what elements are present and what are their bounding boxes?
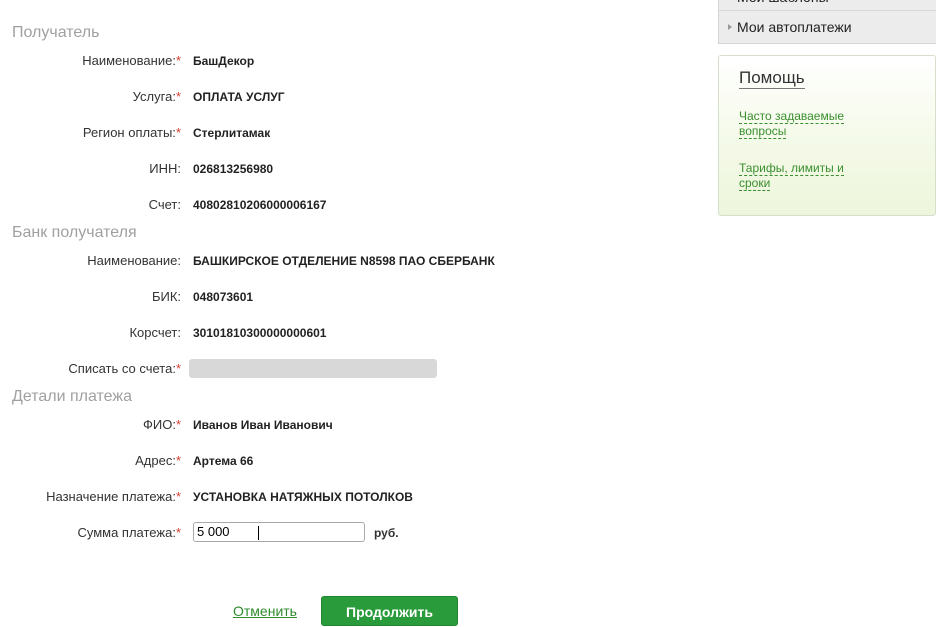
cancel-link[interactable]: Отменить (233, 603, 297, 619)
field-label: БИК: (151, 289, 181, 304)
chevron-right-icon (728, 24, 732, 30)
field-value: Артема 66 (193, 454, 254, 468)
field-label: Списать со счета:* (68, 361, 181, 376)
field-value: Стерлитамак (193, 126, 271, 140)
continue-button[interactable]: Продолжить (321, 596, 458, 626)
field-address: Адрес:* Артема 66 (0, 450, 700, 472)
amount-input[interactable] (193, 522, 365, 542)
field-label: Услуга:* (132, 89, 181, 104)
field-value: УСТАНОВКА НАТЯЖНЫХ ПОТОЛКОВ (193, 490, 413, 504)
field-recipient-name: Наименование:* БашДекор (0, 50, 700, 72)
sidebar-menu: Мои шаблоны Мои автоплатежи (718, 0, 936, 44)
field-bik: БИК: 048073601 (0, 286, 700, 308)
tariffs-link[interactable]: Тарифы, лимиты и сроки (739, 161, 869, 191)
field-value: 30101810300000000601 (193, 326, 327, 340)
divider (719, 10, 936, 11)
field-service: Услуга:* ОПЛАТА УСЛУГ (0, 86, 700, 108)
help-panel: Помощь Часто задаваемые вопросы Тарифы, … (718, 55, 936, 216)
section-title-recipient: Получатель (12, 24, 100, 41)
field-label: Счет: (148, 197, 181, 212)
faq-link[interactable]: Часто задаваемые вопросы (739, 109, 869, 139)
field-bank-name: Наименование: БАШКИРСКОЕ ОТДЕЛЕНИЕ N8598… (0, 250, 700, 272)
field-label: ФИО:* (142, 417, 181, 432)
field-amount: Сумма платежа:* руб. (0, 522, 700, 544)
field-corr-account: Корсчет: 30101810300000000601 (0, 322, 700, 344)
field-label: Назначение платежа:* (46, 489, 181, 504)
field-label: Регион оплаты:* (82, 125, 181, 140)
field-value: Иванов Иван Иванович (193, 418, 333, 432)
text-caret (258, 526, 259, 540)
field-value: 40802810206000006167 (193, 198, 327, 212)
field-label: Адрес:* (135, 453, 181, 468)
field-value: ОПЛАТА УСЛУГ (193, 90, 285, 104)
field-region: Регион оплаты:* Стерлитамак (0, 122, 700, 144)
currency-unit: руб. (374, 526, 399, 540)
field-value: 026813256980 (193, 162, 274, 176)
help-title: Помощь (739, 68, 805, 89)
field-value: БАШКИРСКОЕ ОТДЕЛЕНИЕ N8598 ПАО СБЕРБАНК (193, 254, 495, 268)
sidebar-item-autopayments[interactable]: Мои автоплатежи (719, 12, 936, 42)
field-account: Счет: 40802810206000006167 (0, 194, 700, 216)
field-label: Сумма платежа:* (77, 525, 181, 540)
field-inn: ИНН: 026813256980 (0, 158, 700, 180)
section-title-bank: Банк получателя (12, 224, 137, 241)
field-payment-purpose: Назначение платежа:* УСТАНОВКА НАТЯЖНЫХ … (0, 486, 700, 508)
field-value: 048073601 (193, 290, 254, 304)
section-title-payment-details: Детали платежа (12, 388, 132, 405)
field-value: БашДекор (193, 54, 255, 68)
field-label: Корсчет: (129, 325, 181, 340)
field-label: ИНН: (149, 161, 181, 176)
sidebar-item-label: Мои автоплатежи (737, 19, 852, 35)
field-debit-account: Списать со счета:* (0, 358, 700, 380)
field-label: Наименование:* (82, 53, 181, 68)
field-label: Наименование: (87, 253, 181, 268)
field-full-name: ФИО:* Иванов Иван Иванович (0, 414, 700, 436)
debit-account-select[interactable] (189, 359, 437, 378)
